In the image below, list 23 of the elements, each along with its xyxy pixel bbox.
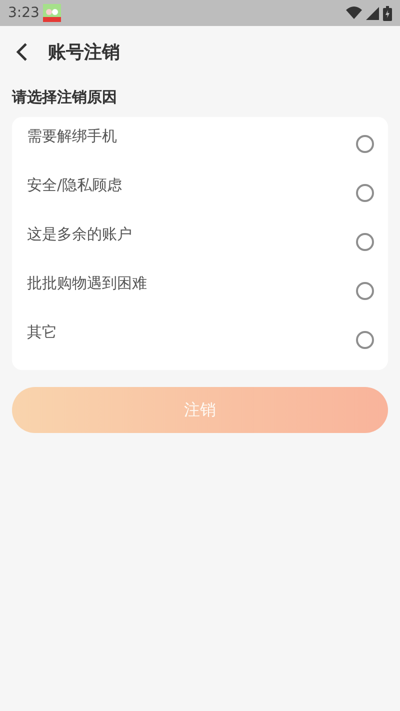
battery-icon (383, 6, 392, 20)
reason-label: 需要解绑手机 (27, 126, 117, 146)
page-title: 账号注销 (48, 40, 120, 64)
section-title: 请选择注销原因 (10, 87, 118, 108)
reason-option[interactable]: 这是多余的账户 (12, 218, 388, 268)
radio-button[interactable] (356, 330, 374, 348)
radio-button[interactable] (356, 184, 374, 202)
wifi-icon (346, 6, 362, 20)
radio-button[interactable] (356, 134, 374, 152)
radio-button[interactable] (356, 232, 374, 250)
back-icon (16, 42, 28, 62)
reason-option[interactable]: 其它 (12, 316, 388, 366)
signal-icon (366, 6, 379, 20)
radio-button[interactable] (356, 282, 374, 300)
reason-option[interactable]: 需要解绑手机 (12, 120, 388, 170)
reason-label: 安全/隐私顾虑 (27, 174, 122, 196)
reason-label: 批批购物遇到困难 (27, 272, 147, 294)
reason-label: 这是多余的账户 (27, 224, 132, 244)
app-icon (43, 4, 62, 22)
reason-option[interactable]: 安全/隐私顾虑 (12, 170, 388, 218)
status-time: 3:23 (8, 4, 40, 22)
reason-option[interactable]: 批批购物遇到困难 (12, 268, 388, 316)
reason-label: 其它 (27, 322, 57, 342)
